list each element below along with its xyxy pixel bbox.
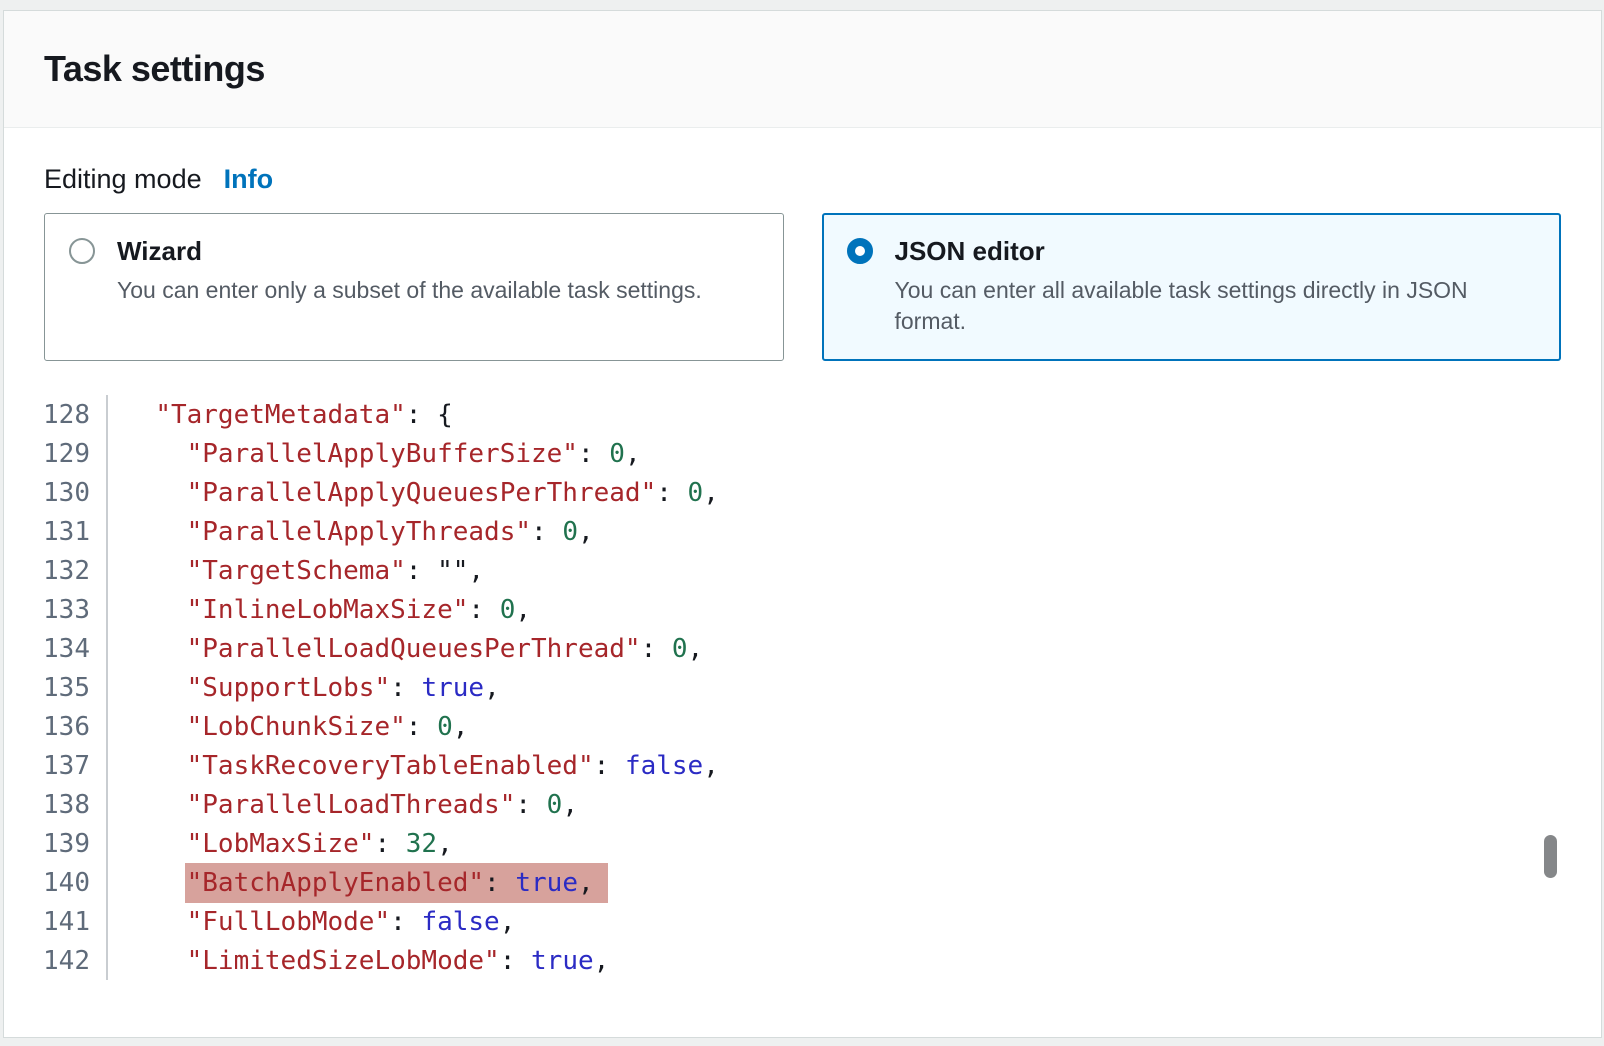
line-number: 128 (44, 395, 108, 434)
editing-mode-label: Editing mode (44, 164, 202, 195)
option-card-json-editor[interactable]: JSON editor You can enter all available … (822, 213, 1562, 361)
code-line[interactable]: 139 "LobMaxSize": 32, (44, 824, 1561, 863)
code-line[interactable]: 131 "ParallelApplyThreads": 0, (44, 512, 1561, 551)
code-content: "InlineLobMaxSize": 0, (108, 595, 531, 625)
line-number: 130 (44, 473, 108, 512)
code-content: "LobChunkSize": 0, (108, 712, 468, 742)
line-number: 142 (44, 941, 108, 980)
panel-content: Editing mode Info Wizard You can enter o… (4, 164, 1601, 980)
json-editor-texts: JSON editor You can enter all available … (895, 236, 1537, 337)
code-content: "LimitedSizeLobMode": true, (108, 946, 609, 976)
code-content: "LobMaxSize": 32, (108, 829, 453, 859)
code-line[interactable]: 137 "TaskRecoveryTableEnabled": false, (44, 746, 1561, 785)
line-number: 129 (44, 434, 108, 473)
wizard-texts: Wizard You can enter only a subset of th… (117, 236, 702, 306)
code-line[interactable]: 140 "BatchApplyEnabled": true, (44, 863, 1561, 902)
line-number: 141 (44, 902, 108, 941)
code-content: "TaskRecoveryTableEnabled": false, (108, 751, 719, 781)
code-line[interactable]: 134 "ParallelLoadQueuesPerThread": 0, (44, 629, 1561, 668)
scrollbar-thumb[interactable] (1544, 835, 1557, 878)
code-line[interactable]: 141 "FullLobMode": false, (44, 902, 1561, 941)
line-number: 136 (44, 707, 108, 746)
line-number: 137 (44, 746, 108, 785)
wizard-radio[interactable] (69, 238, 95, 264)
task-settings-panel: Task settings Editing mode Info Wizard Y… (3, 10, 1602, 1038)
code-content: "ParallelLoadThreads": 0, (108, 790, 578, 820)
code-line[interactable]: 142 "LimitedSizeLobMode": true, (44, 941, 1561, 980)
panel-header: Task settings (4, 11, 1601, 128)
line-number: 134 (44, 629, 108, 668)
code-content: "FullLobMode": false, (108, 907, 515, 937)
code-line[interactable]: 130 "ParallelApplyQueuesPerThread": 0, (44, 473, 1561, 512)
line-number: 131 (44, 512, 108, 551)
json-editor-title: JSON editor (895, 236, 1537, 267)
code-content: "TargetMetadata": { (108, 400, 453, 430)
line-number: 139 (44, 824, 108, 863)
code-line[interactable]: 135 "SupportLobs": true, (44, 668, 1561, 707)
info-link[interactable]: Info (224, 164, 273, 195)
option-card-wizard[interactable]: Wizard You can enter only a subset of th… (44, 213, 784, 361)
editing-mode-row: Editing mode Info (44, 164, 1561, 195)
json-editor-description: You can enter all available task setting… (895, 275, 1537, 337)
code-content: "ParallelApplyQueuesPerThread": 0, (108, 478, 719, 508)
code-line[interactable]: 133 "InlineLobMaxSize": 0, (44, 590, 1561, 629)
line-number: 138 (44, 785, 108, 824)
highlighted-code: "BatchApplyEnabled": true, (185, 863, 608, 903)
code-content: "ParallelApplyThreads": 0, (108, 517, 594, 547)
code-content: "TargetSchema": "", (108, 556, 484, 586)
code-line[interactable]: 138 "ParallelLoadThreads": 0, (44, 785, 1561, 824)
code-line[interactable]: 136 "LobChunkSize": 0, (44, 707, 1561, 746)
line-number: 140 (44, 863, 108, 902)
code-editor[interactable]: 128 "TargetMetadata": {129 "ParallelAppl… (44, 395, 1561, 980)
code-content: "SupportLobs": true, (108, 673, 500, 703)
editing-mode-options: Wizard You can enter only a subset of th… (44, 213, 1561, 361)
line-number: 132 (44, 551, 108, 590)
page-title: Task settings (44, 48, 265, 90)
wizard-title: Wizard (117, 236, 702, 267)
json-editor-radio[interactable] (847, 238, 873, 264)
code-line[interactable]: 132 "TargetSchema": "", (44, 551, 1561, 590)
code-content: "BatchApplyEnabled": true, (108, 868, 608, 898)
code-line[interactable]: 128 "TargetMetadata": { (44, 395, 1561, 434)
code-content: "ParallelLoadQueuesPerThread": 0, (108, 634, 703, 664)
wizard-description: You can enter only a subset of the avail… (117, 275, 702, 306)
code-line[interactable]: 129 "ParallelApplyBufferSize": 0, (44, 434, 1561, 473)
code-content: "ParallelApplyBufferSize": 0, (108, 439, 641, 469)
line-number: 133 (44, 590, 108, 629)
line-number: 135 (44, 668, 108, 707)
